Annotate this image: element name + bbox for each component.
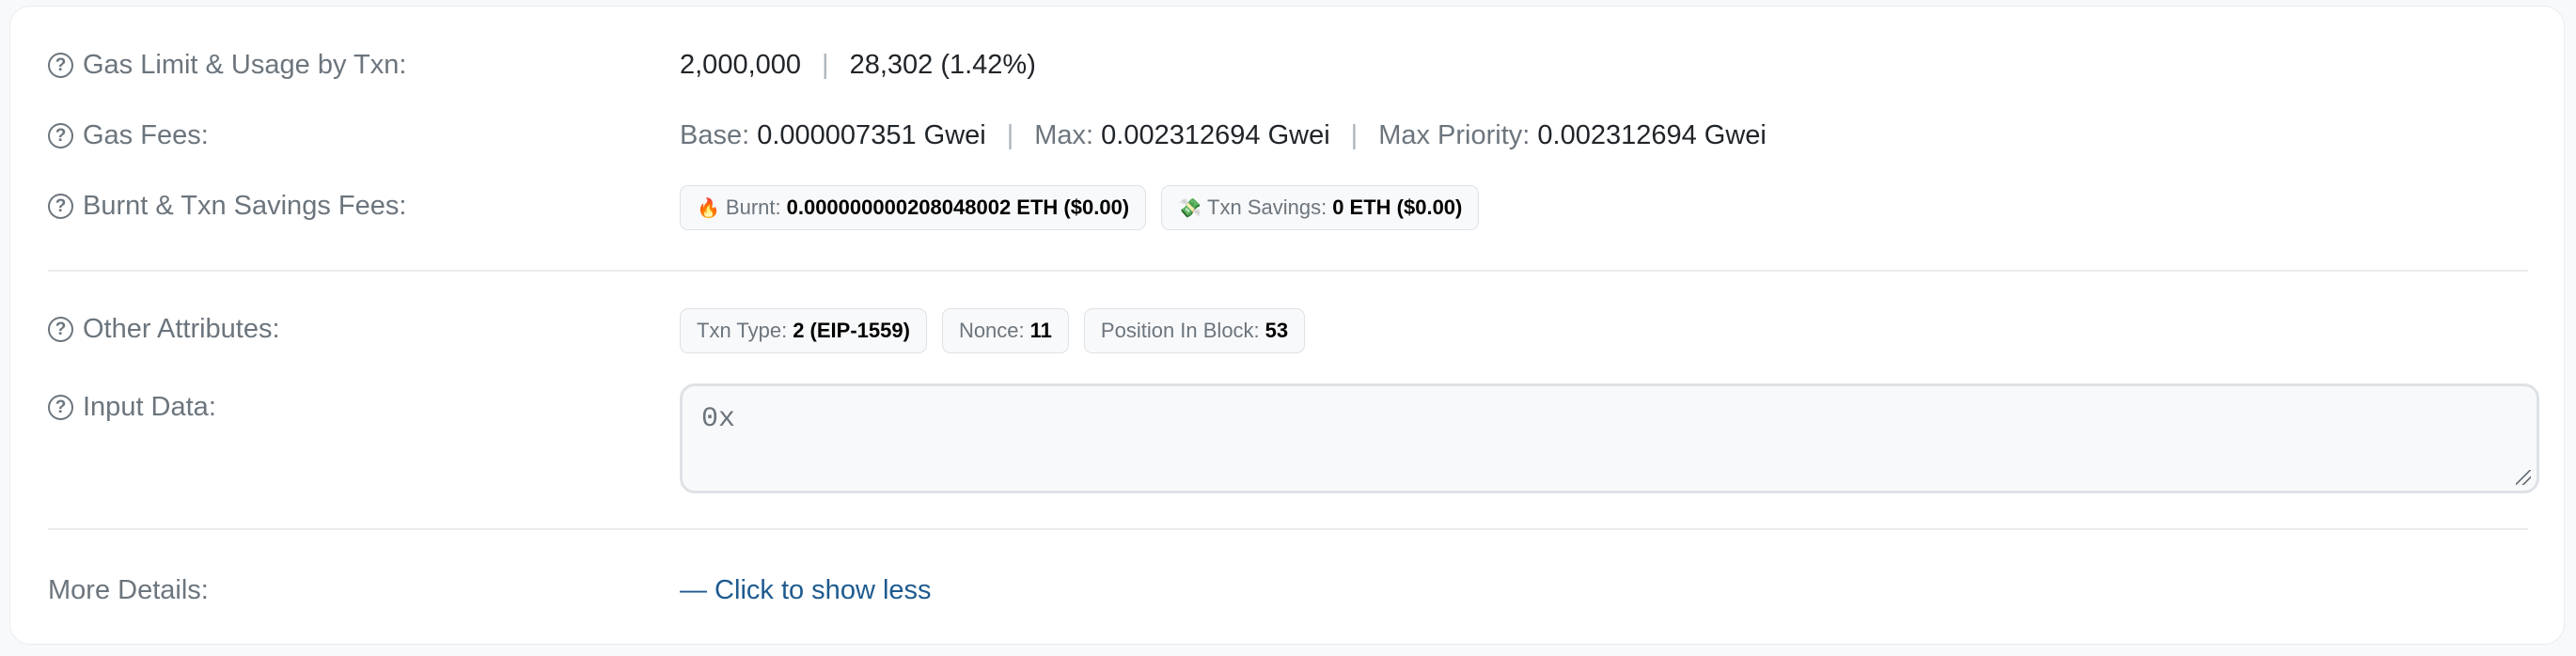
gas-fees-value: Base: 0.000007351 Gwei | Max: 0.00231269… <box>680 120 1767 151</box>
question-circle-icon[interactable]: ? <box>48 395 73 420</box>
input-data-value: 0x <box>701 403 736 435</box>
divider <box>48 270 2528 272</box>
position-in-block-label: Position In Block: <box>1100 319 1260 342</box>
max-fee-label: Max: <box>1034 120 1094 150</box>
resize-handle-icon[interactable] <box>2516 470 2531 485</box>
more-details-value: — Click to show less <box>680 575 932 606</box>
gas-fees-label: Gas Fees: <box>83 120 209 150</box>
question-circle-icon[interactable]: ? <box>48 123 73 148</box>
other-attributes-value: Txn Type: 2 (EIP-1559) Nonce: 11 Positio… <box>680 308 1320 353</box>
separator: | <box>1006 120 1014 150</box>
input-data-label-group: ? Input Data: <box>48 392 216 423</box>
gas-limit-value: 2,000,000 | 28,302 (1.42%) <box>680 50 1036 81</box>
divider <box>48 528 2528 530</box>
burnt-savings-value: 🔥 Burnt: 0.000000000208048002 ETH ($0.00… <box>680 185 1494 230</box>
txn-type-value: 2 (EIP-1559) <box>793 319 910 342</box>
other-attributes-label: Other Attributes: <box>83 314 280 344</box>
max-priority-value: 0.002312694 Gwei <box>1537 120 1767 150</box>
input-data-label: Input Data: <box>83 392 216 422</box>
nonce-badge: Nonce: 11 <box>941 308 1069 353</box>
txn-savings-label: Txn Savings: <box>1207 195 1327 219</box>
gas-limit-label-group: ? Gas Limit & Usage by Txn: <box>48 50 406 81</box>
base-fee-label: Base: <box>680 120 750 150</box>
max-fee-value: 0.002312694 Gwei <box>1101 120 1330 150</box>
position-in-block-badge: Position In Block: 53 <box>1083 308 1306 353</box>
txn-type-badge: Txn Type: 2 (EIP-1559) <box>680 308 927 353</box>
separator: | <box>1350 120 1359 150</box>
transaction-details-card: ? Gas Limit & Usage by Txn: 2,000,000 | … <box>9 6 2565 645</box>
gas-fees-label-group: ? Gas Fees: <box>48 120 209 151</box>
txn-savings-badge: 💸 Txn Savings: 0 ETH ($0.00) <box>1161 185 1480 230</box>
position-in-block-value: 53 <box>1264 319 1289 342</box>
base-fee-value: 0.000007351 Gwei <box>757 120 986 150</box>
other-attributes-label-group: ? Other Attributes: <box>48 314 280 345</box>
fire-icon: 🔥 <box>697 197 720 219</box>
question-circle-icon[interactable]: ? <box>48 53 73 78</box>
burnt-savings-label-group: ? Burnt & Txn Savings Fees: <box>48 191 406 222</box>
gas-limit: 2,000,000 <box>680 50 802 80</box>
burnt-value: 0.000000000208048002 ETH ($0.00) <box>786 195 1130 219</box>
more-details-label: More Details: <box>48 575 209 605</box>
burnt-label: Burnt: <box>725 195 781 219</box>
nonce-value: 11 <box>1029 319 1052 342</box>
gas-limit-label: Gas Limit & Usage by Txn: <box>83 50 407 80</box>
question-circle-icon[interactable]: ? <box>48 317 73 342</box>
separator: | <box>822 50 829 80</box>
burnt-savings-label: Burnt & Txn Savings Fees: <box>83 191 407 221</box>
max-priority-label: Max Priority: <box>1378 120 1531 150</box>
question-circle-icon[interactable]: ? <box>48 194 73 219</box>
input-data-textarea[interactable]: 0x <box>680 383 2539 493</box>
txn-savings-value: 0 ETH ($0.00) <box>1332 195 1463 219</box>
nonce-label: Nonce: <box>958 319 1025 342</box>
money-with-wings-icon: 💸 <box>1178 197 1202 219</box>
gas-usage: 28,302 (1.42%) <box>849 50 1036 80</box>
show-less-link[interactable]: — Click to show less <box>680 575 932 606</box>
burnt-fee-badge: 🔥 Burnt: 0.000000000208048002 ETH ($0.00… <box>680 185 1147 230</box>
txn-type-label: Txn Type: <box>697 319 788 342</box>
